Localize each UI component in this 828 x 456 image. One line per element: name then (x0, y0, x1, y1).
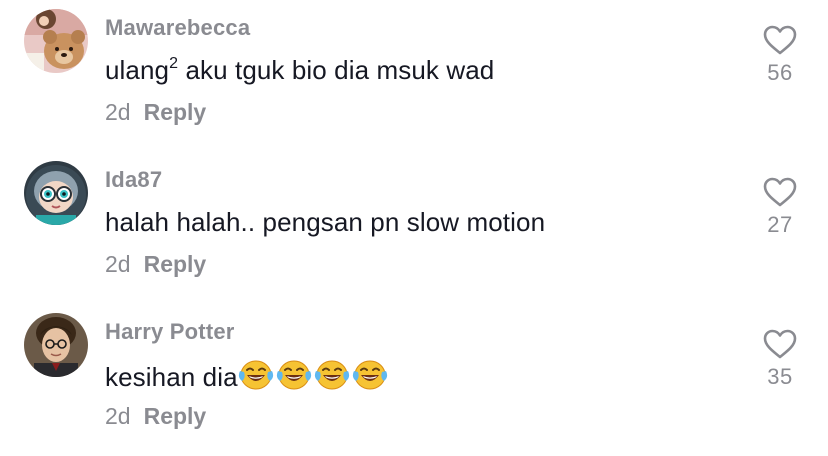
comment-text-main: kesihan dia (105, 362, 238, 392)
comment-text-rest: aku tguk bio dia msuk wad (178, 55, 495, 85)
comment-meta: 2d Reply (105, 99, 206, 126)
like-count: 27 (767, 212, 793, 237)
avatar[interactable] (24, 161, 88, 225)
comment-text: kesihan dia (105, 359, 390, 398)
comment-text-main: ulang (105, 55, 170, 85)
comment-text: ulang2 aku tguk bio dia msuk wad (105, 55, 494, 86)
like-button[interactable]: 27 (755, 176, 805, 238)
heart-icon[interactable] (762, 176, 798, 208)
comment-text-superscript: 2 (169, 55, 179, 72)
comment-text: halah halah.. pengsan pn slow motion (105, 207, 546, 237)
face-with-tears-of-joy-icon (314, 359, 350, 391)
like-count: 35 (767, 364, 793, 389)
face-with-tears-of-joy-icon (352, 359, 388, 391)
heart-icon[interactable] (762, 328, 798, 360)
face-with-tears-of-joy-icon (238, 359, 274, 391)
avatar[interactable] (24, 313, 88, 377)
comment-meta: 2d Reply (105, 403, 206, 430)
comment-meta: 2d Reply (105, 251, 206, 278)
reply-button[interactable]: Reply (144, 99, 207, 125)
teddy-bear-avatar-icon (24, 9, 88, 73)
heart-icon[interactable] (762, 24, 798, 56)
like-button[interactable]: 35 (755, 328, 805, 390)
portrait-avatar-icon (24, 313, 88, 377)
like-button[interactable]: 56 (755, 24, 805, 86)
comment-item: Harry Potter kesihan dia 2d Reply 35 (0, 304, 828, 456)
reply-button[interactable]: Reply (144, 403, 207, 429)
avatar[interactable] (24, 9, 88, 73)
timestamp: 2d (105, 403, 131, 429)
username[interactable]: Mawarebecca (105, 15, 250, 41)
comment-item: Mawarebecca ulang2 aku tguk bio dia msuk… (0, 0, 828, 152)
timestamp: 2d (105, 99, 131, 125)
username[interactable]: Harry Potter (105, 319, 235, 345)
emoji-group (238, 359, 390, 398)
like-count: 56 (767, 60, 793, 85)
reply-button[interactable]: Reply (144, 251, 207, 277)
username[interactable]: Ida87 (105, 167, 162, 193)
comment-item: Ida87 halah halah.. pengsan pn slow moti… (0, 152, 828, 304)
timestamp: 2d (105, 251, 131, 277)
face-with-tears-of-joy-icon (276, 359, 312, 391)
cartoon-girl-avatar-icon (24, 161, 88, 225)
